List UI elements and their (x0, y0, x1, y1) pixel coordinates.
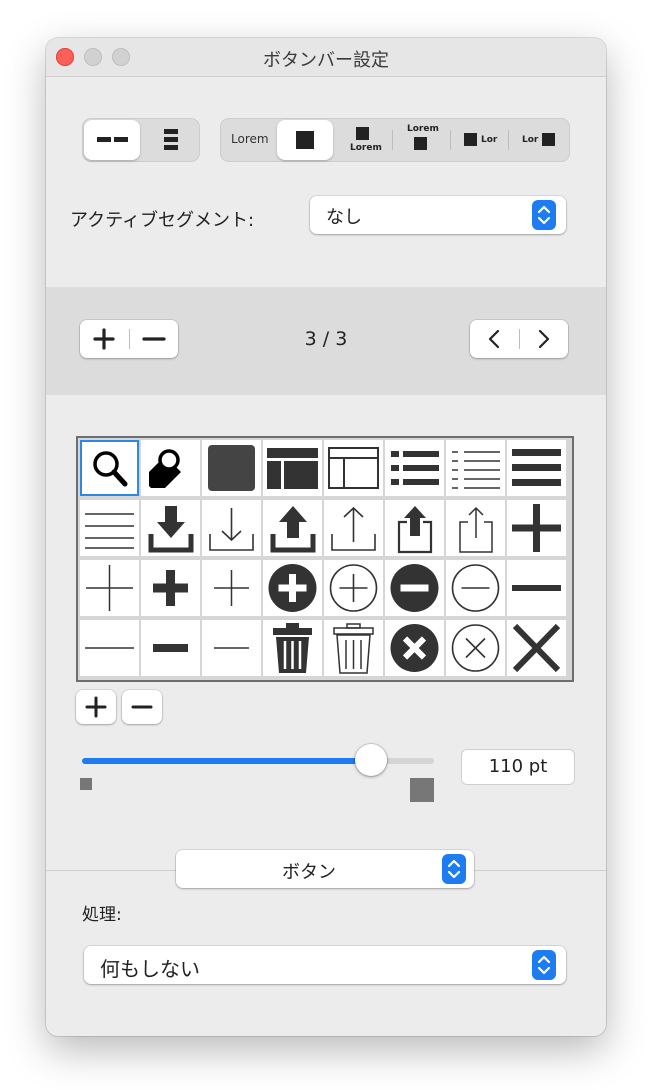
text-left-square (542, 133, 555, 146)
lines-icon[interactable] (80, 500, 139, 556)
minus-bold-icon[interactable] (507, 560, 566, 616)
close-icon[interactable] (507, 620, 566, 676)
layout-icon[interactable] (263, 440, 322, 496)
vertical-layout-segment[interactable] (141, 119, 199, 161)
action-label: 処理: (82, 905, 122, 925)
tag-icon[interactable] (141, 440, 200, 496)
horizontal-layout-segment[interactable] (84, 120, 140, 160)
plus-bold-icon[interactable] (507, 500, 566, 556)
list-icon[interactable] (385, 440, 444, 496)
upload-icon[interactable] (263, 500, 322, 556)
icon-only-square (296, 131, 314, 149)
minus-icon[interactable] (141, 620, 200, 676)
chevron-right-icon (538, 329, 550, 349)
icon-left-square (464, 133, 477, 146)
plus-icon[interactable] (141, 560, 200, 616)
vertical-icon (164, 129, 178, 134)
upload-light-icon[interactable] (324, 500, 383, 556)
icon-above-text-label: Lorem (350, 143, 382, 153)
mode-value: ボタン (282, 862, 336, 883)
action-popup[interactable]: 何もしない (84, 946, 566, 984)
horizontal-icon-part (114, 137, 128, 142)
segment-icon-left-text[interactable]: Lor (451, 119, 507, 161)
action-value: 何もしない (100, 957, 200, 981)
icon-left-text-label: Lor (481, 135, 498, 145)
text-above-square (414, 137, 427, 150)
remove-icon-button[interactable] (122, 690, 162, 724)
active-segment-stepper-icon (532, 200, 556, 230)
download-icon[interactable] (141, 500, 200, 556)
close-circle-outline-icon[interactable] (446, 620, 505, 676)
list-light-icon[interactable] (446, 440, 505, 496)
small-size-icon (80, 778, 92, 790)
slider-fill (82, 758, 371, 764)
remove-circle-icon[interactable] (385, 560, 444, 616)
active-segment-popup[interactable]: なし (310, 196, 566, 234)
segment-icon-above-text[interactable]: Lorem (335, 119, 391, 161)
horizontal-icon (97, 137, 111, 142)
vertical-icon-part (164, 137, 178, 142)
add-circle-outline-icon[interactable] (324, 560, 383, 616)
action-stepper-icon (532, 950, 556, 980)
slider-knob[interactable] (355, 744, 387, 776)
icon-grid (76, 436, 574, 682)
icon-size-slider[interactable] (82, 744, 434, 776)
remove-circle-outline-icon[interactable] (446, 560, 505, 616)
segment-text-only[interactable]: Lorem (221, 119, 277, 161)
trash-icon[interactable] (263, 620, 322, 676)
close-circle-icon[interactable] (385, 620, 444, 676)
chevron-left-icon (488, 329, 500, 349)
segment-text-above-icon[interactable]: Lorem (393, 119, 449, 161)
icon-above-square (356, 127, 369, 140)
minus-light-icon[interactable] (202, 620, 261, 676)
filled-square-icon[interactable] (202, 440, 261, 496)
plus-light-icon[interactable] (202, 560, 261, 616)
window-layout-icon[interactable] (324, 440, 383, 496)
text-above-icon-label: Lorem (407, 124, 439, 134)
mode-stepper-icon (442, 854, 466, 884)
settings-window: ボタンバー設定 Lorem Lorem Lorem Lor Lor アクティブセ… (46, 38, 606, 1036)
orientation-segmented-control (82, 118, 200, 162)
add-circle-icon[interactable] (263, 560, 322, 616)
page-nav-control (470, 320, 568, 358)
menu-icon[interactable] (507, 440, 566, 496)
active-segment-value: なし (326, 207, 362, 228)
mode-popup[interactable]: ボタン (176, 850, 474, 888)
share-light-icon[interactable] (446, 500, 505, 556)
segment-text-only-label: Lorem (231, 132, 269, 146)
minus-icon (131, 705, 153, 709)
style-segmented-control: Lorem Lorem Lorem Lor Lor (220, 118, 570, 162)
minus-thin-icon[interactable] (80, 620, 139, 676)
plus-icon (85, 696, 107, 718)
download-light-icon[interactable] (202, 500, 261, 556)
vertical-icon-part2 (164, 145, 178, 150)
large-size-icon (410, 778, 434, 802)
plus-thin-icon[interactable] (80, 560, 139, 616)
window-title: ボタンバー設定 (263, 50, 389, 71)
trash-outline-icon[interactable] (324, 620, 383, 676)
previous-page-button[interactable] (470, 320, 518, 358)
pager-band: 3 / 3 (46, 287, 606, 395)
active-segment-label: アクティブセグメント: (70, 210, 255, 231)
search-icon[interactable] (80, 440, 139, 496)
text-left-icon-label: Lor (522, 135, 539, 145)
title-bar: ボタンバー設定 (46, 38, 606, 77)
segment-text-left-icon[interactable]: Lor (509, 119, 569, 161)
segment-icon-only[interactable] (277, 120, 333, 160)
share-icon[interactable] (385, 500, 444, 556)
add-icon-button[interactable] (76, 690, 116, 724)
next-page-button[interactable] (520, 320, 568, 358)
size-field[interactable]: 110 pt (462, 750, 574, 784)
